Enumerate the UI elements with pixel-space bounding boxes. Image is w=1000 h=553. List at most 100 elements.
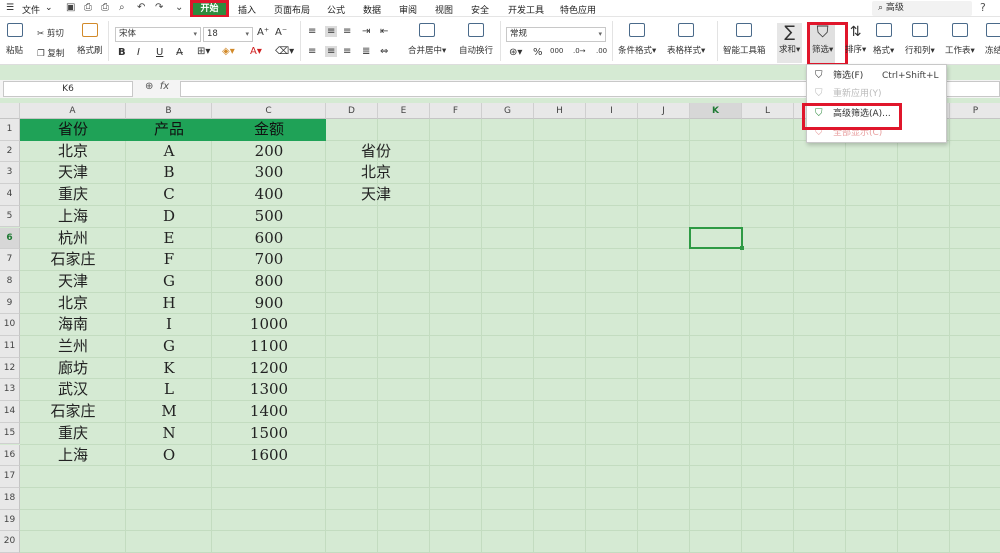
row-header[interactable]: 2 bbox=[0, 140, 20, 163]
zoom-search-icon[interactable]: ⊕ bbox=[145, 81, 153, 92]
table-cell[interactable]: 兰州 bbox=[20, 336, 126, 358]
table-header-cell[interactable]: 省份 bbox=[20, 119, 126, 141]
merge-center-button[interactable]: 合并居中▾ bbox=[408, 23, 446, 56]
column-header[interactable]: B bbox=[126, 103, 212, 119]
row-header[interactable]: 14 bbox=[0, 401, 20, 423]
font-grow-icon[interactable]: A⁺ bbox=[257, 27, 269, 38]
table-cell[interactable]: A bbox=[126, 141, 212, 163]
table-cell[interactable]: G bbox=[126, 336, 212, 358]
customize-icon[interactable]: ⌄ bbox=[175, 2, 183, 13]
table-cell[interactable]: K bbox=[126, 358, 212, 380]
align-middle-icon[interactable]: ≡ bbox=[325, 26, 338, 37]
tab-developer[interactable]: 开发工具 bbox=[508, 3, 544, 16]
thousands-icon[interactable]: 000 bbox=[550, 47, 563, 55]
row-header[interactable]: 20 bbox=[0, 531, 20, 553]
fx-label[interactable]: fx bbox=[160, 81, 169, 92]
font-color-icon[interactable]: A▾ bbox=[250, 46, 262, 57]
print-icon[interactable]: ⎙ bbox=[101, 2, 109, 13]
row-column-button[interactable]: 行和列▾ bbox=[905, 23, 935, 56]
tab-review[interactable]: 审阅 bbox=[399, 3, 417, 16]
bold-button[interactable]: B bbox=[118, 47, 126, 58]
row-header[interactable]: 5 bbox=[0, 205, 20, 228]
tab-page-layout[interactable]: 页面布局 bbox=[274, 3, 310, 16]
print-preview-icon[interactable]: ⌕ bbox=[119, 2, 125, 13]
table-cell[interactable]: D bbox=[126, 206, 212, 228]
table-header-cell[interactable]: 金额 bbox=[212, 119, 326, 141]
table-cell[interactable]: 300 bbox=[212, 162, 326, 184]
selected-cell[interactable] bbox=[689, 226, 743, 250]
table-cell[interactable]: 武汉 bbox=[20, 379, 126, 401]
row-header[interactable]: 8 bbox=[0, 270, 20, 293]
border-icon[interactable]: ⊞▾ bbox=[197, 46, 210, 57]
tab-special[interactable]: 特色应用 bbox=[560, 3, 596, 16]
font-shrink-icon[interactable]: A⁻ bbox=[275, 27, 287, 38]
format-button[interactable]: 格式▾ bbox=[873, 23, 894, 56]
menu-item-filter[interactable]: ⛉ 筛选(F) Ctrl+Shift+L bbox=[807, 67, 948, 85]
table-cell[interactable]: 600 bbox=[212, 228, 326, 250]
search-input[interactable]: ⌕ 高级 bbox=[872, 1, 972, 16]
row-header[interactable]: 6 bbox=[0, 227, 20, 250]
copy-button[interactable]: ❐ 复制 bbox=[37, 47, 64, 59]
table-cell[interactable]: 1300 bbox=[212, 379, 326, 401]
table-cell[interactable]: 400 bbox=[212, 184, 326, 206]
table-cell[interactable]: O bbox=[126, 445, 212, 467]
row-header[interactable]: 11 bbox=[0, 336, 20, 358]
tab-insert[interactable]: 插入 bbox=[238, 3, 256, 16]
table-cell[interactable]: 天津 bbox=[20, 162, 126, 184]
save-icon[interactable]: ▣ bbox=[66, 2, 75, 13]
name-box[interactable]: K6 bbox=[3, 81, 133, 97]
worksheet-button[interactable]: 工作表▾ bbox=[945, 23, 975, 56]
column-header[interactable]: J bbox=[638, 103, 690, 119]
row-header[interactable]: 19 bbox=[0, 509, 20, 532]
align-center-icon[interactable]: ≡ bbox=[325, 46, 338, 57]
export-pdf-icon[interactable]: ⎙ bbox=[84, 2, 92, 13]
table-cell[interactable]: N bbox=[126, 423, 212, 445]
file-menu[interactable]: 文件 bbox=[22, 3, 40, 16]
table-cell[interactable]: 700 bbox=[212, 249, 326, 271]
row-header[interactable]: 7 bbox=[0, 249, 20, 271]
table-cell[interactable]: 1100 bbox=[212, 336, 326, 358]
table-cell[interactable]: L bbox=[126, 379, 212, 401]
column-header[interactable]: E bbox=[378, 103, 430, 119]
cut-button[interactable]: ✂ 剪切 bbox=[37, 27, 64, 39]
outdent-icon[interactable]: ⇤ bbox=[380, 26, 388, 37]
fill-color-icon[interactable]: ◈▾ bbox=[222, 46, 235, 57]
table-style-button[interactable]: 表格样式▾ bbox=[667, 23, 705, 56]
table-cell[interactable]: 石家庄 bbox=[20, 249, 126, 271]
freeze-button[interactable]: 冻结 bbox=[985, 23, 1000, 56]
table-cell[interactable]: 海南 bbox=[20, 314, 126, 336]
tab-view[interactable]: 视图 bbox=[435, 3, 453, 16]
table-cell[interactable]: 800 bbox=[212, 271, 326, 293]
tab-security[interactable]: 安全 bbox=[471, 3, 489, 16]
paste-button[interactable]: 粘贴 bbox=[6, 23, 23, 56]
row-header[interactable]: 17 bbox=[0, 466, 20, 488]
row-header[interactable]: 4 bbox=[0, 184, 20, 206]
table-cell[interactable]: F bbox=[126, 249, 212, 271]
align-left-icon[interactable]: ≡ bbox=[308, 46, 316, 57]
menu-toggle-icon[interactable]: ☰ bbox=[6, 3, 14, 13]
percent-button[interactable]: % bbox=[533, 47, 543, 58]
column-header[interactable]: C bbox=[212, 103, 326, 119]
criteria-cell[interactable]: 天津 bbox=[358, 184, 430, 206]
row-header[interactable]: 16 bbox=[0, 444, 20, 467]
criteria-cell[interactable]: 省份 bbox=[358, 141, 430, 163]
distribute-icon[interactable]: ⇔ bbox=[380, 46, 388, 57]
table-cell[interactable]: 杭州 bbox=[20, 228, 126, 250]
justify-icon[interactable]: ≣ bbox=[362, 46, 370, 57]
table-cell[interactable]: 900 bbox=[212, 293, 326, 315]
align-right-icon[interactable]: ≡ bbox=[343, 46, 351, 57]
row-header[interactable]: 12 bbox=[0, 357, 20, 380]
tab-data[interactable]: 数据 bbox=[363, 3, 381, 16]
smart-toolbox-button[interactable]: 智能工具箱 bbox=[723, 23, 766, 56]
table-cell[interactable]: 北京 bbox=[20, 293, 126, 315]
font-size-select[interactable]: 18 ▾ bbox=[203, 27, 253, 42]
select-all-corner[interactable] bbox=[0, 103, 20, 119]
table-cell[interactable]: 重庆 bbox=[20, 184, 126, 206]
column-header[interactable]: I bbox=[586, 103, 638, 119]
table-cell[interactable]: H bbox=[126, 293, 212, 315]
column-header[interactable]: H bbox=[534, 103, 586, 119]
table-cell[interactable]: 1400 bbox=[212, 401, 326, 423]
table-cell[interactable]: 1600 bbox=[212, 445, 326, 467]
align-top-icon[interactable]: ≡ bbox=[308, 26, 316, 37]
table-cell[interactable]: 200 bbox=[212, 141, 326, 163]
